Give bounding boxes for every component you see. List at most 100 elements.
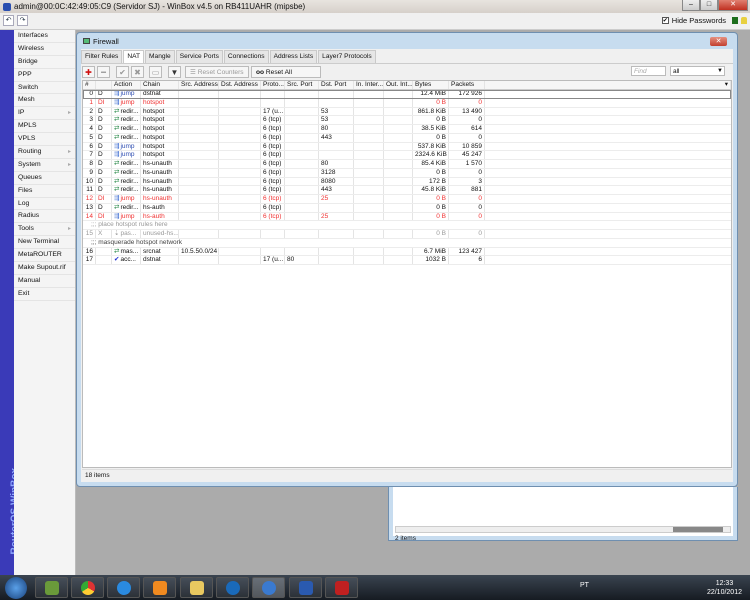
horizontal-scrollbar[interactable]: [395, 526, 731, 533]
sidebar-item-routing[interactable]: Routing ▸: [14, 146, 75, 159]
taskbar-app-pdf[interactable]: [325, 577, 358, 598]
reset-counters-button[interactable]: ☰ Reset Counters: [185, 66, 249, 78]
column-header[interactable]: Out. Int...: [384, 81, 413, 89]
sidebar-item-switch[interactable]: Switch: [14, 82, 75, 95]
table-row[interactable]: 17 ✔acc... dstnat 17 (u... 80 1032 B6: [83, 256, 731, 265]
taskbar-app-word[interactable]: [289, 577, 322, 598]
column-header[interactable]: Chain: [141, 81, 179, 89]
column-header[interactable]: Src. Port: [285, 81, 319, 89]
tab-address-lists[interactable]: Address Lists: [269, 50, 318, 63]
sidebar-item-make-supout-rif[interactable]: Make Supout.rif: [14, 262, 75, 275]
comment-row[interactable]: ;;; place hotspot rules here: [83, 221, 731, 230]
sidebar-item-manual[interactable]: Manual: [14, 275, 75, 288]
enable-icon[interactable]: ✔: [116, 66, 129, 78]
sidebar-item-wireless[interactable]: Wireless: [14, 43, 75, 56]
table-row[interactable]: 4 D ⇄redir... hotspot 6 (tcp) 80 38.5 KiB 614: [83, 125, 731, 134]
sidebar-item-metarouter[interactable]: MetaROUTER: [14, 249, 75, 263]
table-row[interactable]: 10 D ⇄redir... hs-unauth 6 (tcp) 8080 172 B3: [83, 177, 731, 187]
column-header[interactable]: Action: [112, 81, 141, 89]
table-row[interactable]: 11 D ⇄redir... hs-unauth 6 (tcp) 443 45.8 KiB 8…: [83, 186, 731, 195]
table-row[interactable]: 6 D ⇶jump hotspot 6 (tcp) 537.8 KiB 10 859: [83, 142, 731, 152]
sidebar-item-mesh[interactable]: Mesh: [14, 94, 75, 108]
undo-button[interactable]: ↶: [3, 15, 14, 26]
column-header[interactable]: [96, 81, 112, 89]
sidebar-item-exit[interactable]: Exit: [14, 288, 75, 301]
column-header[interactable]: Proto...: [261, 81, 285, 89]
sidebar-item-queues[interactable]: Queues: [14, 172, 75, 185]
sidebar-item-ppp[interactable]: PPP: [14, 69, 75, 82]
sidebar-item-system[interactable]: System ▸: [14, 159, 75, 172]
table-row[interactable]: 14 DI ⇶jump hs-auth 6 (tcp) 25 0 B0: [83, 212, 731, 222]
sidebar-item-tools[interactable]: Tools ▸: [14, 223, 75, 237]
comment-row[interactable]: ;;; masquerade hotspot network: [83, 239, 731, 248]
add-icon[interactable]: ✚: [82, 66, 95, 78]
tab-filter-rules[interactable]: Filter Rules: [81, 50, 123, 63]
firewall-close-button[interactable]: ✕: [710, 37, 727, 46]
row-filler: [485, 134, 731, 142]
column-header[interactable]: Packets: [449, 81, 485, 89]
sidebar-item-ip[interactable]: IP ▸: [14, 107, 75, 121]
sidebar-item-mpls[interactable]: MPLS: [14, 120, 75, 134]
taskbar-app-ie[interactable]: [107, 577, 140, 598]
table-row[interactable]: 9 D ⇄redir... hs-unauth 6 (tcp) 3128 0 B0: [83, 168, 731, 178]
table-row[interactable]: 3 D ⇄redir... hotspot 6 (tcp) 53 0 B0: [83, 116, 731, 125]
taskbar-app-chrome[interactable]: [71, 577, 104, 598]
tab-mangle[interactable]: Mangle: [145, 50, 175, 63]
rule-flags: [96, 247, 112, 256]
taskbar-app-explorer[interactable]: [180, 577, 213, 598]
tab-nat[interactable]: NAT: [123, 50, 145, 63]
table-row[interactable]: 1 DI ⇶jump hotspot 0 B0: [83, 98, 731, 108]
taskbar-app-media[interactable]: [143, 577, 176, 598]
sidebar-item-bridge[interactable]: Bridge: [14, 56, 75, 69]
table-row[interactable]: 5 D ⇄redir... hotspot 6 (tcp) 443 0 B0: [83, 133, 731, 143]
maximize-button[interactable]: □: [700, 0, 718, 11]
taskbar-app-people[interactable]: [35, 577, 68, 598]
taskbar-app-winbox[interactable]: [252, 577, 285, 598]
hide-passwords-checkbox[interactable]: ✔ Hide Passwords: [661, 16, 726, 25]
column-header[interactable]: Src. Address: [179, 81, 219, 89]
table-row[interactable]: 12 DI ⇶jump hs-unauth 6 (tcp) 25 0 B0: [83, 195, 731, 204]
clock[interactable]: 12:33 22/10/2012: [707, 579, 742, 597]
sidebar-item-interfaces[interactable]: Interfaces: [14, 30, 75, 43]
column-header[interactable]: Dst. Port: [319, 81, 354, 89]
sidebar-item-files[interactable]: Files: [14, 185, 75, 198]
table-row[interactable]: 15 X ⇣pas... unused-hs... 0 B0: [83, 230, 731, 239]
column-header[interactable]: Bytes: [413, 81, 449, 89]
comment-icon[interactable]: ▭: [149, 66, 162, 78]
table-row[interactable]: 7 D ⇶jump hotspot 6 (tcp) 2324.6 KiB 45 247: [83, 151, 731, 160]
tab-layer7-protocols[interactable]: Layer7 Protocols: [318, 50, 376, 63]
column-header[interactable]: In. Inter...: [354, 81, 384, 89]
remove-icon[interactable]: ━: [97, 66, 110, 78]
sidebar-item-log[interactable]: Log: [14, 198, 75, 211]
minimize-button[interactable]: –: [682, 0, 700, 11]
out-interface: [384, 203, 413, 212]
out-interface: [384, 125, 413, 133]
taskbar-app-ccleaner[interactable]: [216, 577, 249, 598]
sidebar-item-new-terminal[interactable]: New Terminal: [14, 236, 75, 250]
firewall-title-bar[interactable]: Firewall: [77, 33, 737, 49]
packets: 0: [449, 168, 485, 177]
scrollbar-thumb[interactable]: [673, 527, 723, 532]
table-row[interactable]: 2 D ⇄redir... hotspot 17 (u... 53 861.8 KiB 13 …: [83, 107, 731, 117]
filter-icon[interactable]: ▼: [168, 66, 181, 78]
disable-icon[interactable]: ✖: [131, 66, 144, 78]
sidebar-item-vpls[interactable]: VPLS: [14, 133, 75, 147]
table-row[interactable]: 16 ⇄mas... srcnat 10.5.50.0/24 6.7 MiB 123 42…: [83, 247, 731, 257]
tab-service-ports[interactable]: Service Ports: [175, 50, 223, 63]
table-row[interactable]: 8 D ⇄redir... hs-unauth 6 (tcp) 80 85.4 KiB 1 5…: [83, 160, 731, 169]
redo-button[interactable]: ↷: [17, 15, 28, 26]
filter-select[interactable]: all ▼: [670, 66, 725, 76]
language-indicator[interactable]: PT: [580, 582, 589, 589]
rule-number: 16: [83, 247, 96, 256]
src-port: [285, 98, 319, 107]
column-header[interactable]: #: [83, 81, 96, 89]
sidebar-item-radius[interactable]: Radius: [14, 210, 75, 224]
reset-all-counters-button[interactable]: oo Reset All Counters: [251, 66, 321, 87]
table-row[interactable]: 0 D ⇶jump dstnat 12.4 MiB 172 926: [83, 90, 731, 99]
start-button[interactable]: [5, 577, 27, 599]
tab-connections[interactable]: Connections: [223, 50, 269, 63]
find-input[interactable]: Find: [631, 66, 666, 76]
column-header[interactable]: Dst. Address: [219, 81, 261, 89]
table-row[interactable]: 13 D ⇄redir... hs-auth 6 (tcp) 0 B0: [83, 203, 731, 213]
close-button[interactable]: ✕: [718, 0, 748, 11]
